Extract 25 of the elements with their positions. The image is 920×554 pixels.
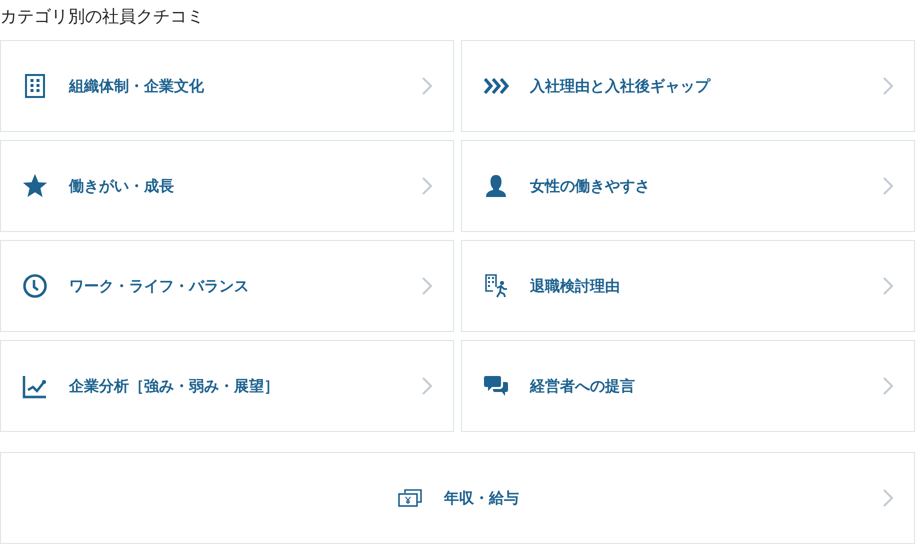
chevron-right-icon bbox=[882, 276, 894, 296]
category-link[interactable]: 入社理由と入社後ギャップ bbox=[461, 40, 915, 132]
category-link[interactable]: 女性の働きやすさ bbox=[461, 140, 915, 232]
exit-icon bbox=[483, 273, 509, 299]
category-link[interactable]: 組織体制・企業文化 bbox=[0, 40, 454, 132]
chevron-right-icon bbox=[421, 276, 433, 296]
chevron-right-icon bbox=[882, 488, 894, 508]
chevron-right-icon bbox=[882, 176, 894, 196]
chevron-right-icon bbox=[421, 76, 433, 96]
chevron-right-icon bbox=[882, 76, 894, 96]
person-icon bbox=[483, 173, 509, 199]
category-link[interactable]: 企業分析［強み・弱み・展望］ bbox=[0, 340, 454, 432]
chevron-right-icon bbox=[421, 176, 433, 196]
star-icon bbox=[22, 173, 48, 199]
clock-icon bbox=[22, 273, 48, 299]
chevron-right-icon bbox=[882, 376, 894, 396]
category-link[interactable]: 年収・給与 bbox=[0, 452, 915, 544]
category-link[interactable]: 退職検討理由 bbox=[461, 240, 915, 332]
category-link[interactable]: 経営者への提言 bbox=[461, 340, 915, 432]
section-heading: カテゴリ別の社員クチコミ bbox=[0, 6, 205, 29]
line-chart-icon bbox=[22, 373, 48, 399]
chevron-right-icon bbox=[421, 376, 433, 396]
category-link[interactable]: 働きがい・成長 bbox=[0, 140, 454, 232]
building-icon bbox=[22, 73, 48, 99]
category-link[interactable]: ワーク・ライフ・バランス bbox=[0, 240, 454, 332]
